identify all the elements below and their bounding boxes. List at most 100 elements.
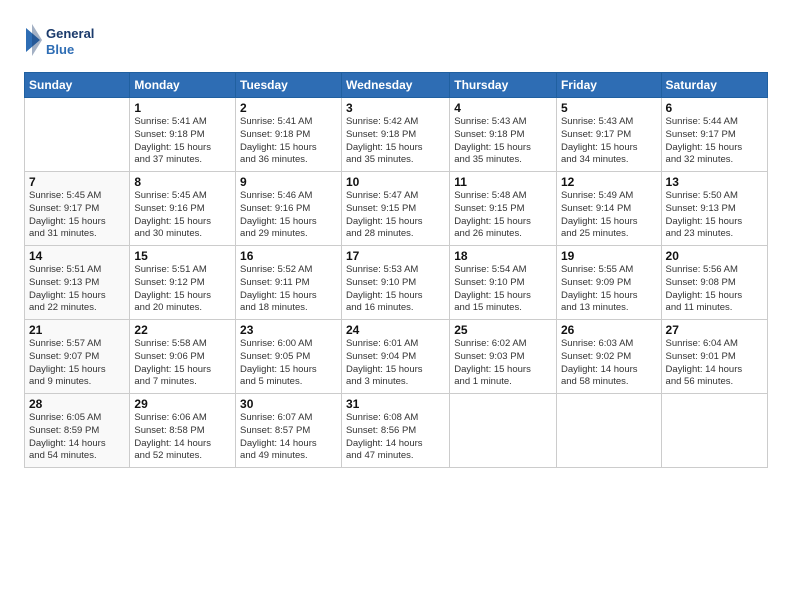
col-header-saturday: Saturday bbox=[661, 73, 767, 98]
day-cell bbox=[556, 394, 661, 468]
day-cell: 20Sunrise: 5:56 AM Sunset: 9:08 PM Dayli… bbox=[661, 246, 767, 320]
day-cell: 8Sunrise: 5:45 AM Sunset: 9:16 PM Daylig… bbox=[130, 172, 236, 246]
day-cell: 16Sunrise: 5:52 AM Sunset: 9:11 PM Dayli… bbox=[236, 246, 342, 320]
day-number: 25 bbox=[454, 323, 552, 337]
week-row-4: 21Sunrise: 5:57 AM Sunset: 9:07 PM Dayli… bbox=[25, 320, 768, 394]
col-header-wednesday: Wednesday bbox=[341, 73, 449, 98]
day-number: 29 bbox=[134, 397, 231, 411]
day-number: 10 bbox=[346, 175, 445, 189]
day-cell: 12Sunrise: 5:49 AM Sunset: 9:14 PM Dayli… bbox=[556, 172, 661, 246]
day-info: Sunrise: 6:04 AM Sunset: 9:01 PM Dayligh… bbox=[666, 338, 763, 389]
day-number: 26 bbox=[561, 323, 657, 337]
day-info: Sunrise: 5:58 AM Sunset: 9:06 PM Dayligh… bbox=[134, 338, 231, 389]
day-cell: 14Sunrise: 5:51 AM Sunset: 9:13 PM Dayli… bbox=[25, 246, 130, 320]
day-cell: 11Sunrise: 5:48 AM Sunset: 9:15 PM Dayli… bbox=[450, 172, 557, 246]
day-number: 21 bbox=[29, 323, 125, 337]
header: General Blue bbox=[24, 20, 768, 62]
day-info: Sunrise: 6:01 AM Sunset: 9:04 PM Dayligh… bbox=[346, 338, 445, 389]
day-cell bbox=[450, 394, 557, 468]
day-cell: 23Sunrise: 6:00 AM Sunset: 9:05 PM Dayli… bbox=[236, 320, 342, 394]
calendar-table: SundayMondayTuesdayWednesdayThursdayFrid… bbox=[24, 72, 768, 468]
day-cell: 25Sunrise: 6:02 AM Sunset: 9:03 PM Dayli… bbox=[450, 320, 557, 394]
logo: General Blue bbox=[24, 20, 94, 62]
day-info: Sunrise: 5:43 AM Sunset: 9:17 PM Dayligh… bbox=[561, 116, 657, 167]
col-header-thursday: Thursday bbox=[450, 73, 557, 98]
day-number: 28 bbox=[29, 397, 125, 411]
day-cell: 31Sunrise: 6:08 AM Sunset: 8:56 PM Dayli… bbox=[341, 394, 449, 468]
day-cell: 22Sunrise: 5:58 AM Sunset: 9:06 PM Dayli… bbox=[130, 320, 236, 394]
day-info: Sunrise: 6:00 AM Sunset: 9:05 PM Dayligh… bbox=[240, 338, 337, 389]
day-info: Sunrise: 5:49 AM Sunset: 9:14 PM Dayligh… bbox=[561, 190, 657, 241]
col-header-monday: Monday bbox=[130, 73, 236, 98]
day-info: Sunrise: 5:44 AM Sunset: 9:17 PM Dayligh… bbox=[666, 116, 763, 167]
day-info: Sunrise: 6:08 AM Sunset: 8:56 PM Dayligh… bbox=[346, 412, 445, 463]
day-info: Sunrise: 6:02 AM Sunset: 9:03 PM Dayligh… bbox=[454, 338, 552, 389]
day-info: Sunrise: 6:03 AM Sunset: 9:02 PM Dayligh… bbox=[561, 338, 657, 389]
day-info: Sunrise: 5:48 AM Sunset: 9:15 PM Dayligh… bbox=[454, 190, 552, 241]
day-number: 18 bbox=[454, 249, 552, 263]
day-number: 23 bbox=[240, 323, 337, 337]
day-cell: 18Sunrise: 5:54 AM Sunset: 9:10 PM Dayli… bbox=[450, 246, 557, 320]
day-cell: 13Sunrise: 5:50 AM Sunset: 9:13 PM Dayli… bbox=[661, 172, 767, 246]
logo-svg: General Blue bbox=[24, 20, 94, 62]
day-number: 22 bbox=[134, 323, 231, 337]
svg-text:Blue: Blue bbox=[46, 42, 74, 57]
day-cell: 26Sunrise: 6:03 AM Sunset: 9:02 PM Dayli… bbox=[556, 320, 661, 394]
day-cell: 6Sunrise: 5:44 AM Sunset: 9:17 PM Daylig… bbox=[661, 98, 767, 172]
day-number: 12 bbox=[561, 175, 657, 189]
day-info: Sunrise: 5:51 AM Sunset: 9:13 PM Dayligh… bbox=[29, 264, 125, 315]
day-cell: 2Sunrise: 5:41 AM Sunset: 9:18 PM Daylig… bbox=[236, 98, 342, 172]
day-info: Sunrise: 5:51 AM Sunset: 9:12 PM Dayligh… bbox=[134, 264, 231, 315]
day-info: Sunrise: 5:45 AM Sunset: 9:16 PM Dayligh… bbox=[134, 190, 231, 241]
day-info: Sunrise: 5:41 AM Sunset: 9:18 PM Dayligh… bbox=[240, 116, 337, 167]
svg-text:General: General bbox=[46, 26, 94, 41]
day-info: Sunrise: 6:07 AM Sunset: 8:57 PM Dayligh… bbox=[240, 412, 337, 463]
day-cell: 19Sunrise: 5:55 AM Sunset: 9:09 PM Dayli… bbox=[556, 246, 661, 320]
day-number: 7 bbox=[29, 175, 125, 189]
day-info: Sunrise: 5:46 AM Sunset: 9:16 PM Dayligh… bbox=[240, 190, 337, 241]
page: General Blue SundayMondayTuesdayWednesda… bbox=[0, 0, 792, 484]
day-number: 1 bbox=[134, 101, 231, 115]
day-info: Sunrise: 6:06 AM Sunset: 8:58 PM Dayligh… bbox=[134, 412, 231, 463]
day-number: 9 bbox=[240, 175, 337, 189]
day-cell: 29Sunrise: 6:06 AM Sunset: 8:58 PM Dayli… bbox=[130, 394, 236, 468]
day-number: 31 bbox=[346, 397, 445, 411]
col-header-tuesday: Tuesday bbox=[236, 73, 342, 98]
week-row-3: 14Sunrise: 5:51 AM Sunset: 9:13 PM Dayli… bbox=[25, 246, 768, 320]
day-info: Sunrise: 5:43 AM Sunset: 9:18 PM Dayligh… bbox=[454, 116, 552, 167]
day-number: 3 bbox=[346, 101, 445, 115]
day-number: 4 bbox=[454, 101, 552, 115]
week-row-2: 7Sunrise: 5:45 AM Sunset: 9:17 PM Daylig… bbox=[25, 172, 768, 246]
day-number: 8 bbox=[134, 175, 231, 189]
day-cell: 21Sunrise: 5:57 AM Sunset: 9:07 PM Dayli… bbox=[25, 320, 130, 394]
day-cell: 5Sunrise: 5:43 AM Sunset: 9:17 PM Daylig… bbox=[556, 98, 661, 172]
day-cell: 3Sunrise: 5:42 AM Sunset: 9:18 PM Daylig… bbox=[341, 98, 449, 172]
day-cell: 27Sunrise: 6:04 AM Sunset: 9:01 PM Dayli… bbox=[661, 320, 767, 394]
day-number: 17 bbox=[346, 249, 445, 263]
day-number: 14 bbox=[29, 249, 125, 263]
day-info: Sunrise: 5:45 AM Sunset: 9:17 PM Dayligh… bbox=[29, 190, 125, 241]
day-cell: 17Sunrise: 5:53 AM Sunset: 9:10 PM Dayli… bbox=[341, 246, 449, 320]
day-cell: 28Sunrise: 6:05 AM Sunset: 8:59 PM Dayli… bbox=[25, 394, 130, 468]
day-number: 13 bbox=[666, 175, 763, 189]
day-info: Sunrise: 5:56 AM Sunset: 9:08 PM Dayligh… bbox=[666, 264, 763, 315]
day-cell: 7Sunrise: 5:45 AM Sunset: 9:17 PM Daylig… bbox=[25, 172, 130, 246]
day-number: 20 bbox=[666, 249, 763, 263]
day-cell bbox=[25, 98, 130, 172]
day-number: 5 bbox=[561, 101, 657, 115]
day-info: Sunrise: 5:53 AM Sunset: 9:10 PM Dayligh… bbox=[346, 264, 445, 315]
day-cell bbox=[661, 394, 767, 468]
day-cell: 15Sunrise: 5:51 AM Sunset: 9:12 PM Dayli… bbox=[130, 246, 236, 320]
day-cell: 1Sunrise: 5:41 AM Sunset: 9:18 PM Daylig… bbox=[130, 98, 236, 172]
day-number: 30 bbox=[240, 397, 337, 411]
day-cell: 10Sunrise: 5:47 AM Sunset: 9:15 PM Dayli… bbox=[341, 172, 449, 246]
week-row-5: 28Sunrise: 6:05 AM Sunset: 8:59 PM Dayli… bbox=[25, 394, 768, 468]
day-info: Sunrise: 5:50 AM Sunset: 9:13 PM Dayligh… bbox=[666, 190, 763, 241]
day-info: Sunrise: 5:52 AM Sunset: 9:11 PM Dayligh… bbox=[240, 264, 337, 315]
day-info: Sunrise: 5:55 AM Sunset: 9:09 PM Dayligh… bbox=[561, 264, 657, 315]
day-number: 11 bbox=[454, 175, 552, 189]
col-header-sunday: Sunday bbox=[25, 73, 130, 98]
day-cell: 24Sunrise: 6:01 AM Sunset: 9:04 PM Dayli… bbox=[341, 320, 449, 394]
day-number: 2 bbox=[240, 101, 337, 115]
day-number: 19 bbox=[561, 249, 657, 263]
